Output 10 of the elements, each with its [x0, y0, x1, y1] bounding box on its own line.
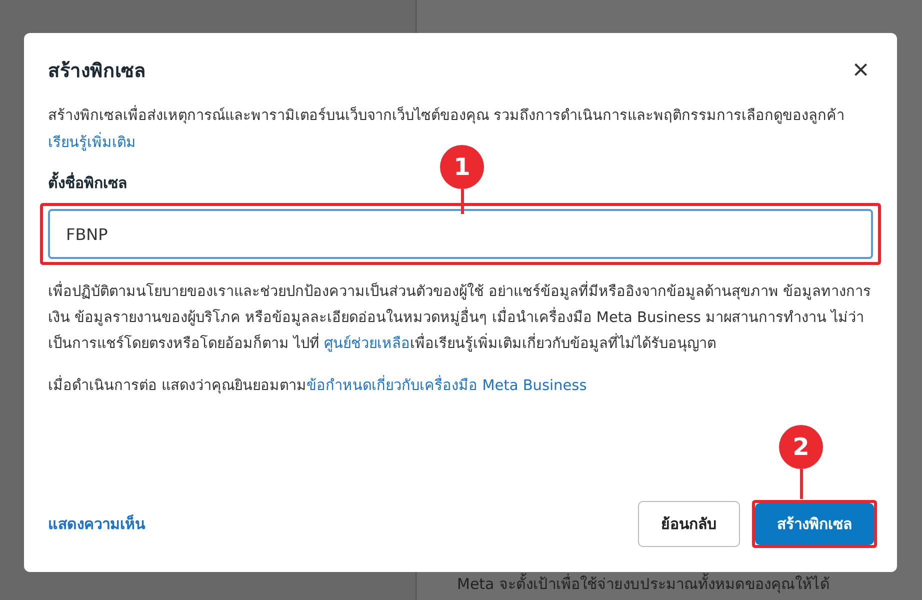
- create-button[interactable]: สร้างพิกเซล: [755, 503, 874, 545]
- back-button[interactable]: ย้อนกลับ: [638, 501, 740, 547]
- input-field[interactable]: FBNP: [48, 209, 873, 259]
- consent-text: เมื่อดำเนินการต่อ แสดงว่าคุณยินยอมตามข้อกำหนดเกี่ยวกับเครื่องมือ Meta Business: [48, 373, 873, 396]
- close-button[interactable]: ×: [848, 56, 873, 84]
- help-center-link[interactable]: ศูนย์ช่วยเหลือ: [324, 336, 410, 352]
- dialog-title: สร้างพิกเซล: [48, 59, 146, 84]
- feedback-link[interactable]: แสดงความเห็น: [48, 512, 145, 536]
- policy-text: เพื่อปฏิบัติตามนโยบายของเราและช่วยปกป้องความเป็นส่วนตัวของผู้ใช้ อย่าแชร์ข้อมูลที่มีหรืออิงจากข้อมูลด้านสุขภาพ ข้อมูลทางการเงิน ข้อมูลรายงานของผู้บริโภค หรือข้อมูลละเอียดอ่อนในหมวดหมู่อื่นๆ เมื่อนำเครื่องมือ Meta Business มาผสานการทำงาน ไม่ว่าเป็นการแชร์โดยตรงหรือโดยอ้อมก็ตาม ไปที่ ศูนย์ช่วยเหลือเพื่อเรียนรู้เพิ่มเติมเกี่ยวกับข้อมูลที่ไม่ได้รับอนุญาต: [48, 279, 873, 357]
- page-text: Meta จะตั้งเป้าเพื่อใช้จ่ายงบประมาณทั้งหมดของคุณให้ได้: [457, 572, 830, 596]
